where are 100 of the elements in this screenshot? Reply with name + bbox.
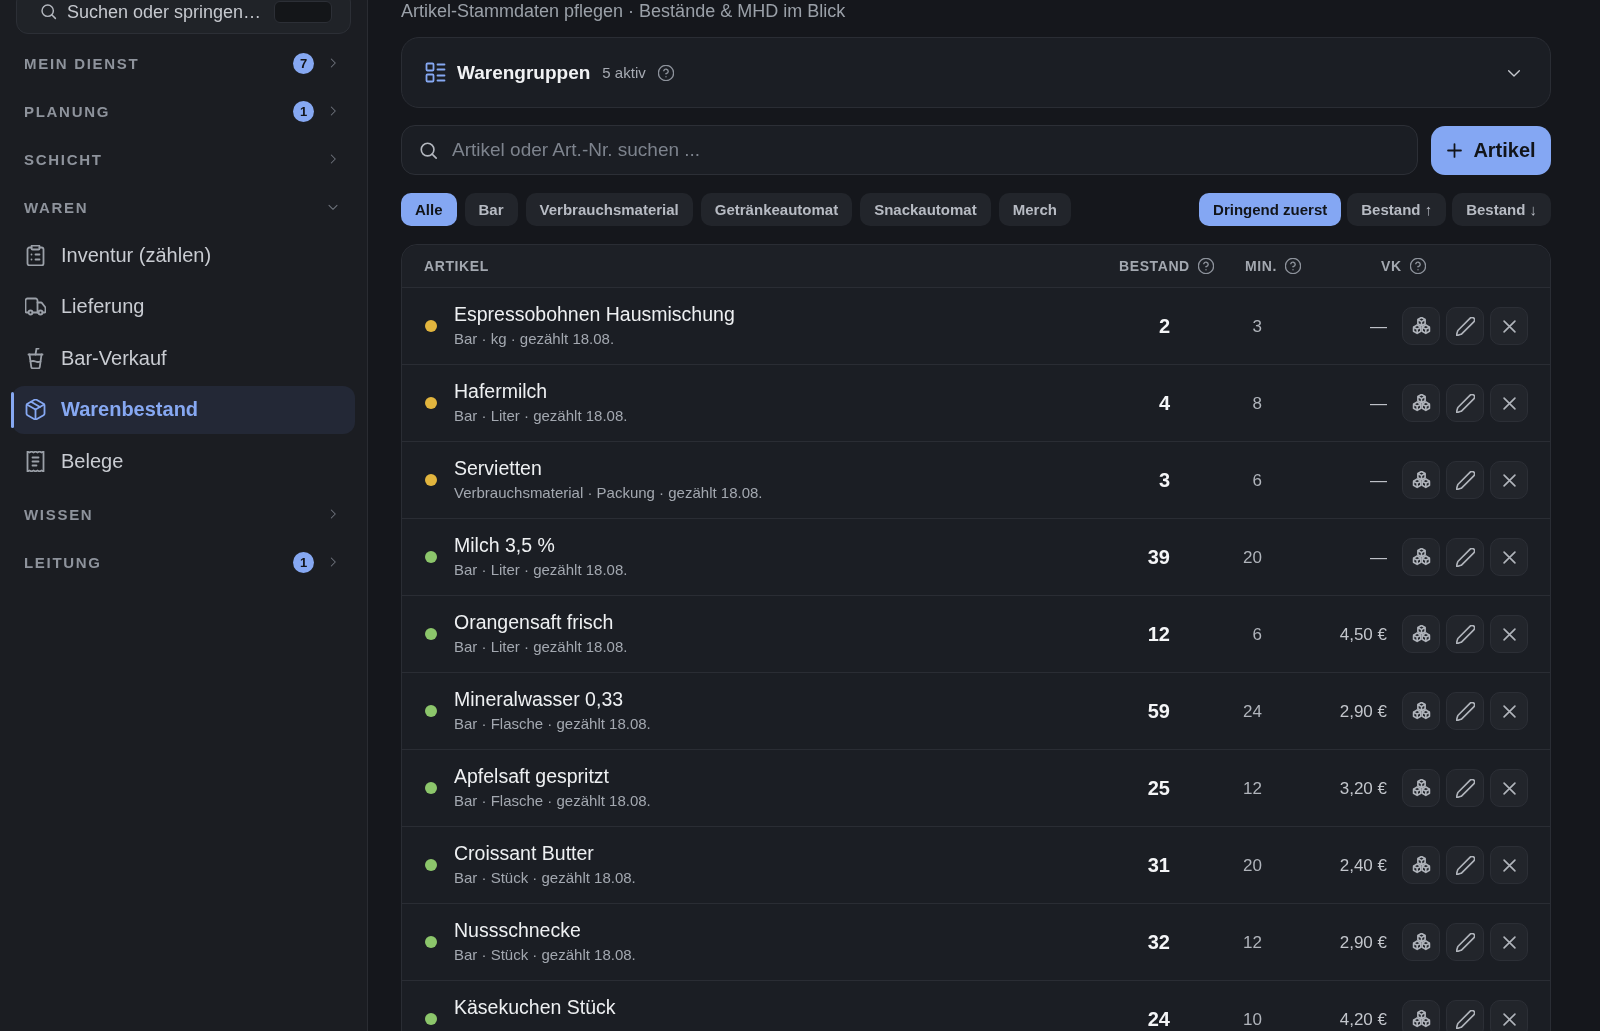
section-label[interactable]: PLANUNG xyxy=(24,102,293,120)
page-subtitle: Artikel-Stammdaten pflegen · Bestände & MHD im Blick xyxy=(401,0,846,22)
search-icon xyxy=(40,3,57,20)
section-label[interactable]: SCHICHT xyxy=(24,150,327,168)
delete-button[interactable] xyxy=(1490,1000,1528,1031)
article-name: Käsekuchen Stück xyxy=(454,996,616,1019)
stock-cell: 32 xyxy=(1147,932,1170,952)
delete-button[interactable] xyxy=(1490,769,1528,807)
article-name: Hafermilch xyxy=(454,380,548,403)
boxes-icon xyxy=(1411,316,1431,336)
edit-button[interactable] xyxy=(1446,1000,1484,1031)
stock-cell: 31 xyxy=(1147,855,1170,875)
min-cell: 8 xyxy=(1252,394,1262,412)
stock-cell: 25 xyxy=(1147,778,1170,798)
edit-button[interactable] xyxy=(1446,384,1484,422)
edit-button[interactable] xyxy=(1446,769,1484,807)
plus-icon xyxy=(1446,142,1464,159)
edit-button[interactable] xyxy=(1446,538,1484,576)
edit-button[interactable] xyxy=(1446,307,1484,345)
add-article-button[interactable]: Artikel xyxy=(1431,126,1551,175)
price-cell: — xyxy=(1370,317,1387,335)
pencil-icon xyxy=(1455,547,1475,567)
boxes-button[interactable] xyxy=(1402,923,1440,961)
edit-button[interactable] xyxy=(1446,692,1484,730)
sort-button[interactable]: Dringend zuerst xyxy=(1199,193,1342,226)
edit-button[interactable] xyxy=(1446,461,1484,499)
article-details: Bar · kg · gezählt 18.08. xyxy=(454,330,615,348)
edit-button[interactable] xyxy=(1446,846,1484,884)
stock-cell: 2 xyxy=(1158,316,1170,336)
sidebar-item[interactable]: Bar-Verkauf xyxy=(12,334,355,382)
min-cell: 6 xyxy=(1252,625,1262,643)
boxes-icon xyxy=(1411,932,1431,952)
price-cell: 2,90 € xyxy=(1339,933,1387,951)
boxes-button[interactable] xyxy=(1402,1000,1440,1031)
section-label[interactable]: WAREN xyxy=(24,198,327,216)
boxes-button[interactable] xyxy=(1402,307,1440,345)
sidebar-item[interactable]: Lieferung xyxy=(12,282,355,331)
price-cell: — xyxy=(1370,548,1387,566)
section-label[interactable]: MEIN DIENST xyxy=(24,54,293,72)
filter-chip[interactable]: Bar xyxy=(464,193,518,226)
price-cell: 4,50 € xyxy=(1339,625,1387,643)
edit-button[interactable] xyxy=(1446,923,1484,961)
search-field[interactable]: Artikel oder Art.-Nr. suchen ... xyxy=(401,125,1418,175)
column-header: VK xyxy=(1381,258,1402,274)
min-cell: 6 xyxy=(1252,471,1262,489)
article-name: Apfelsaft gespritzt xyxy=(454,765,609,788)
boxes-icon xyxy=(1411,701,1431,721)
delete-button[interactable] xyxy=(1490,307,1528,345)
section-label[interactable]: WISSEN xyxy=(24,505,327,523)
box-icon xyxy=(25,399,46,420)
stock-cell: 24 xyxy=(1147,1009,1170,1029)
sidebar-item[interactable]: Belege xyxy=(12,437,355,485)
boxes-button[interactable] xyxy=(1402,615,1440,653)
sidebar-item[interactable]: Warenbestand xyxy=(12,385,355,434)
min-cell: 12 xyxy=(1243,933,1262,951)
article-name: Nussschnecke xyxy=(454,919,581,942)
delete-button[interactable] xyxy=(1490,615,1528,653)
sort-button[interactable]: Bestand ↑ xyxy=(1347,193,1447,226)
list-icon xyxy=(425,62,446,83)
sort-button[interactable]: Bestand ↓ xyxy=(1452,193,1551,226)
price-cell: 3,20 € xyxy=(1339,779,1387,797)
pencil-icon xyxy=(1455,855,1475,875)
sidebar-item[interactable]: Inventur (zählen) xyxy=(12,231,355,279)
active-count: 5 aktiv xyxy=(602,64,646,81)
pencil-icon xyxy=(1455,316,1475,336)
boxes-button[interactable] xyxy=(1402,461,1440,499)
groups-panel[interactable]: Warengruppen 5 aktiv xyxy=(401,37,1551,108)
article-name: Mineralwasser 0,33 xyxy=(454,688,624,711)
delete-button[interactable] xyxy=(1490,923,1528,961)
stock-cell: 3 xyxy=(1158,470,1170,490)
filter-chip[interactable]: Verbrauchsmaterial xyxy=(525,193,693,226)
section-label[interactable]: LEITUNG xyxy=(24,553,293,571)
price-cell: 4,20 € xyxy=(1339,1010,1387,1028)
min-cell: 3 xyxy=(1252,317,1262,335)
edit-button[interactable] xyxy=(1446,615,1484,653)
boxes-button[interactable] xyxy=(1402,769,1440,807)
delete-button[interactable] xyxy=(1490,846,1528,884)
article-name: Milch 3,5 % xyxy=(454,534,555,557)
boxes-button[interactable] xyxy=(1402,846,1440,884)
delete-button[interactable] xyxy=(1490,384,1528,422)
pencil-icon xyxy=(1455,624,1475,644)
truck-icon xyxy=(25,296,46,317)
boxes-button[interactable] xyxy=(1402,384,1440,422)
price-cell: 2,90 € xyxy=(1339,702,1387,720)
delete-button[interactable] xyxy=(1490,538,1528,576)
boxes-button[interactable] xyxy=(1402,538,1440,576)
filter-chip[interactable]: Snackautomat xyxy=(860,193,991,226)
price-cell: 2,40 € xyxy=(1339,856,1387,874)
filter-chip[interactable]: Merch xyxy=(998,193,1071,226)
article-name: Espressobohnen Hausmischung xyxy=(454,303,735,326)
boxes-button[interactable] xyxy=(1402,692,1440,730)
delete-button[interactable] xyxy=(1490,461,1528,499)
pencil-icon xyxy=(1455,470,1475,490)
filter-chip[interactable]: Getränkeautomat xyxy=(700,193,853,226)
filter-chip[interactable]: Alle xyxy=(401,193,457,226)
article-details: Bar · Flasche · gezählt 18.08. xyxy=(454,792,651,810)
delete-button[interactable] xyxy=(1490,692,1528,730)
boxes-icon xyxy=(1411,470,1431,490)
boxes-icon xyxy=(1411,778,1431,798)
article-name: Servietten xyxy=(454,457,542,480)
